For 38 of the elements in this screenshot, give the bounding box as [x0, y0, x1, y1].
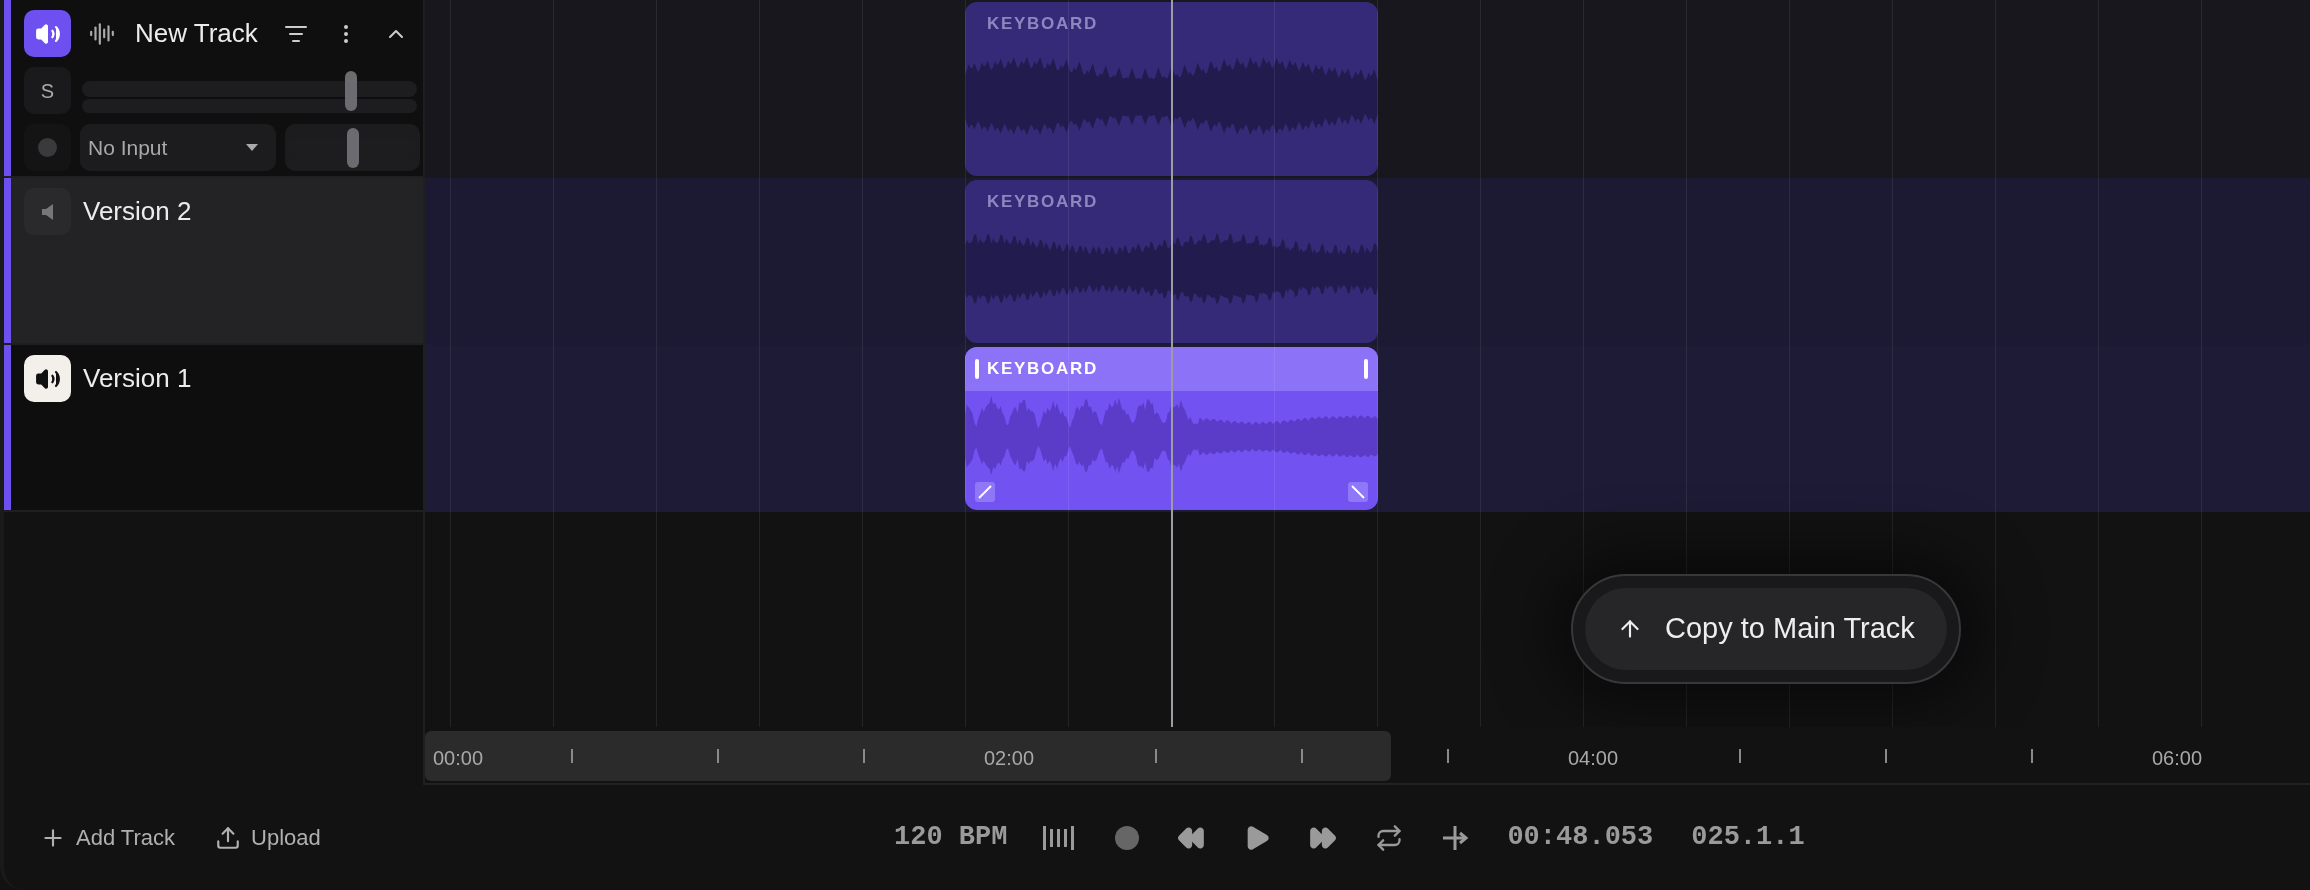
time-label: 00:00	[433, 746, 484, 771]
audio-clip[interactable]: KEYBOARD	[965, 347, 1378, 510]
record-icon[interactable]	[1115, 825, 1140, 850]
track-name[interactable]: Version 2	[83, 192, 192, 231]
snap-icon[interactable]	[1441, 823, 1470, 852]
input-dropdown[interactable]: No Input	[80, 124, 276, 171]
time-label: 06:00	[2151, 746, 2203, 771]
solo-button[interactable]: S	[24, 67, 71, 114]
time-label: 02:00	[983, 746, 1035, 771]
toolbar-button[interactable]: Add Track	[40, 821, 176, 854]
track-header[interactable]: New Track S No Input	[4, 0, 423, 178]
speaker-icon	[42, 203, 53, 220]
loop-icon[interactable]	[1375, 823, 1404, 852]
audio-clip[interactable]: KEYBOARD	[965, 180, 1378, 343]
caret-icon	[246, 143, 258, 152]
bar-position-readout: 025.1.1	[1691, 821, 1805, 855]
trim-handle[interactable]	[1364, 359, 1368, 379]
track-header[interactable]: Version 2	[4, 178, 423, 345]
time-readout: 00:48.053	[1507, 821, 1654, 855]
trim-handle[interactable]	[975, 359, 979, 379]
slider-thumb[interactable]	[345, 71, 358, 111]
clip-label: KEYBOARD	[987, 358, 1098, 381]
waveform-icon[interactable]	[89, 20, 115, 47]
speaker-button[interactable]	[24, 10, 71, 57]
upload-icon	[215, 824, 242, 851]
track-name[interactable]: Version 1	[83, 359, 192, 398]
fade-out-handle-icon[interactable]	[1348, 482, 1368, 502]
time-label: 04:00	[1567, 746, 1619, 771]
track-header[interactable]: Version 1	[4, 345, 423, 512]
track-name[interactable]: New Track	[135, 14, 258, 53]
clip-label: KEYBOARD	[987, 191, 1098, 214]
copy-to-main-track-button[interactable]: Copy to Main Track	[1585, 588, 1947, 670]
fade-in-handle-icon[interactable]	[975, 482, 995, 502]
tempo-readout[interactable]: 120 BPM	[894, 817, 1008, 858]
clip-label: KEYBOARD	[987, 13, 1098, 36]
audio-clip[interactable]: KEYBOARD	[965, 2, 1378, 176]
speaker-button[interactable]	[24, 355, 71, 402]
toolbar-button[interactable]: Upload	[215, 821, 321, 854]
